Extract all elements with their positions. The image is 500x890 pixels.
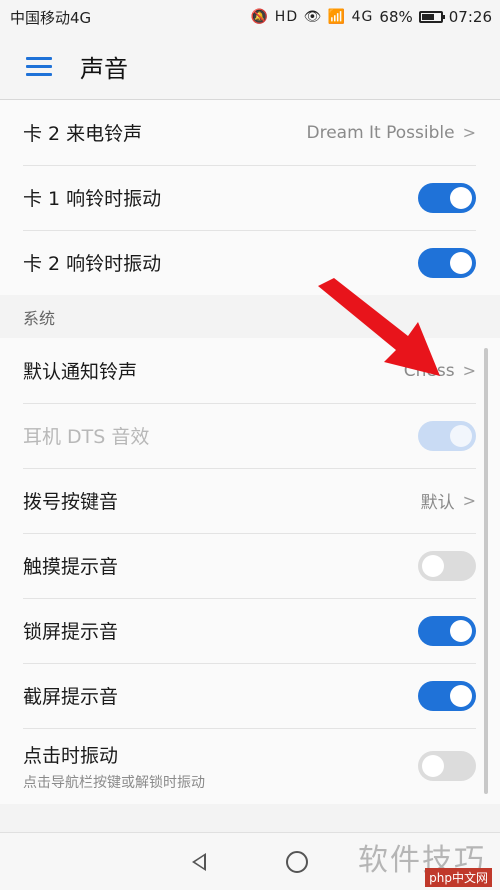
battery-percent: 68% <box>379 8 413 26</box>
row-dts-effect: 耳机 DTS 音效 <box>0 403 500 468</box>
battery-fill <box>421 14 434 20</box>
settings-content: 卡 2 来电铃声 Dream It Possible > 卡 1 响铃时振动 卡… <box>0 100 500 804</box>
row-tap-vibrate: 点击时振动 点击导航栏按键或解锁时振动 <box>0 728 500 804</box>
row-label: 卡 2 响铃时振动 <box>23 253 162 275</box>
notification-value: Chess <box>403 360 455 381</box>
watermark-badge: php中文网 <box>425 868 492 887</box>
row-main: 点击时振动 点击导航栏按键或解锁时振动 <box>23 741 205 792</box>
row-touch-sound: 触摸提示音 <box>0 533 500 598</box>
row-screenshot-sound: 截屏提示音 <box>0 663 500 728</box>
row-value: Dream It Possible > <box>307 123 477 143</box>
scrollbar[interactable] <box>484 348 488 794</box>
row-lock-sound: 锁屏提示音 <box>0 598 500 663</box>
row-label: 卡 2 来电铃声 <box>23 123 143 145</box>
row-dial-tone[interactable]: 拨号按键音 默认 > <box>0 468 500 533</box>
carrier-label: 中国移动4G <box>10 8 92 27</box>
battery-icon <box>418 11 445 23</box>
tap-vibrate-toggle[interactable] <box>418 751 476 781</box>
card1-vibrate-toggle[interactable] <box>418 182 476 213</box>
row-label: 拨号按键音 <box>23 491 119 513</box>
screenshot-sound-toggle[interactable] <box>418 680 476 711</box>
row-value: Chess > <box>404 361 476 381</box>
page-title: 声音 <box>80 55 128 83</box>
card2-vibrate-toggle[interactable] <box>418 247 476 278</box>
status-bar: 中国移动4G 🔕 HD 👁 📶 4G 68% 07:26 <box>0 0 500 34</box>
status-icons: 🔕 HD 👁 📶 4G <box>250 9 374 25</box>
row-card2-vibrate: 卡 2 响铃时振动 <box>0 230 500 295</box>
back-icon[interactable] <box>192 852 206 871</box>
hamburger-menu-icon[interactable] <box>26 56 52 77</box>
chevron-right-icon: > <box>462 123 476 142</box>
app-bar: 声音 <box>0 34 500 100</box>
row-value: 默认 > <box>421 488 476 513</box>
row-label: 卡 1 响铃时振动 <box>23 188 162 210</box>
touch-sound-toggle[interactable] <box>418 550 476 581</box>
lock-sound-toggle[interactable] <box>418 615 476 646</box>
row-label: 截屏提示音 <box>23 686 119 708</box>
chevron-right-icon: > <box>462 361 476 380</box>
status-bar-right: 🔕 HD 👁 📶 4G 68% 07:26 <box>251 8 492 26</box>
row-card2-ringtone[interactable]: 卡 2 来电铃声 Dream It Possible > <box>0 100 500 165</box>
row-label: 耳机 DTS 音效 <box>23 426 150 448</box>
row-default-notification[interactable]: 默认通知铃声 Chess > <box>0 338 500 403</box>
row-sublabel: 点击导航栏按键或解锁时振动 <box>23 774 205 791</box>
dts-toggle <box>418 420 476 451</box>
home-icon[interactable] <box>286 850 308 873</box>
chevron-right-icon: > <box>462 491 476 510</box>
row-label: 默认通知铃声 <box>23 361 138 383</box>
system-group: 默认通知铃声 Chess > 耳机 DTS 音效 拨号按键音 默认 > 触摸提示… <box>0 338 500 804</box>
ringtone-value: Dream It Possible <box>306 122 455 143</box>
row-label: 点击时振动 <box>23 744 119 767</box>
row-label: 触摸提示音 <box>23 556 119 578</box>
row-label: 锁屏提示音 <box>23 621 119 643</box>
clock: 07:26 <box>448 8 492 26</box>
section-header-system: 系统 <box>0 295 500 338</box>
ringtone-group: 卡 2 来电铃声 Dream It Possible > 卡 1 响铃时振动 卡… <box>0 100 500 295</box>
row-card1-vibrate: 卡 1 响铃时振动 <box>0 165 500 230</box>
dial-tone-value: 默认 <box>420 493 455 513</box>
